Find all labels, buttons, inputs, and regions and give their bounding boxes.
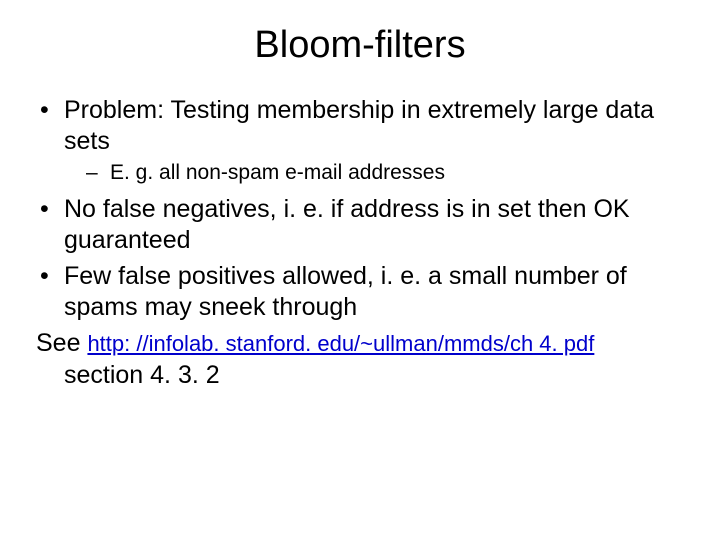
slide: Bloom-filters Problem: Testing membershi… [0,0,720,540]
bullet-item-2: No false negatives, i. e. if address is … [36,194,684,255]
sub-bullet-list: E. g. all non-spam e-mail addresses [64,160,684,186]
reference-link[interactable]: http: //infolab. stanford. edu/~ullman/m… [87,331,594,356]
bullet-text: Few false positives allowed, i. e. a sma… [64,262,627,321]
bullet-item-1: Problem: Testing membership in extremely… [36,95,684,186]
sub-bullet-text: E. g. all non-spam e-mail addresses [110,161,445,184]
bullet-item-3: Few false positives allowed, i. e. a sma… [36,261,684,322]
see-line: See http: //infolab. stanford. edu/~ullm… [36,328,684,359]
bullet-list: Problem: Testing membership in extremely… [36,95,684,322]
see-prefix: See [36,329,87,357]
section-line: section 4. 3. 2 [36,360,684,391]
bullet-text: Problem: Testing membership in extremely… [64,96,654,155]
sub-bullet-item-1: E. g. all non-spam e-mail addresses [84,160,684,186]
section-text: section 4. 3. 2 [64,361,220,389]
bullet-text: No false negatives, i. e. if address is … [64,195,630,254]
slide-title: Bloom-filters [36,24,684,67]
